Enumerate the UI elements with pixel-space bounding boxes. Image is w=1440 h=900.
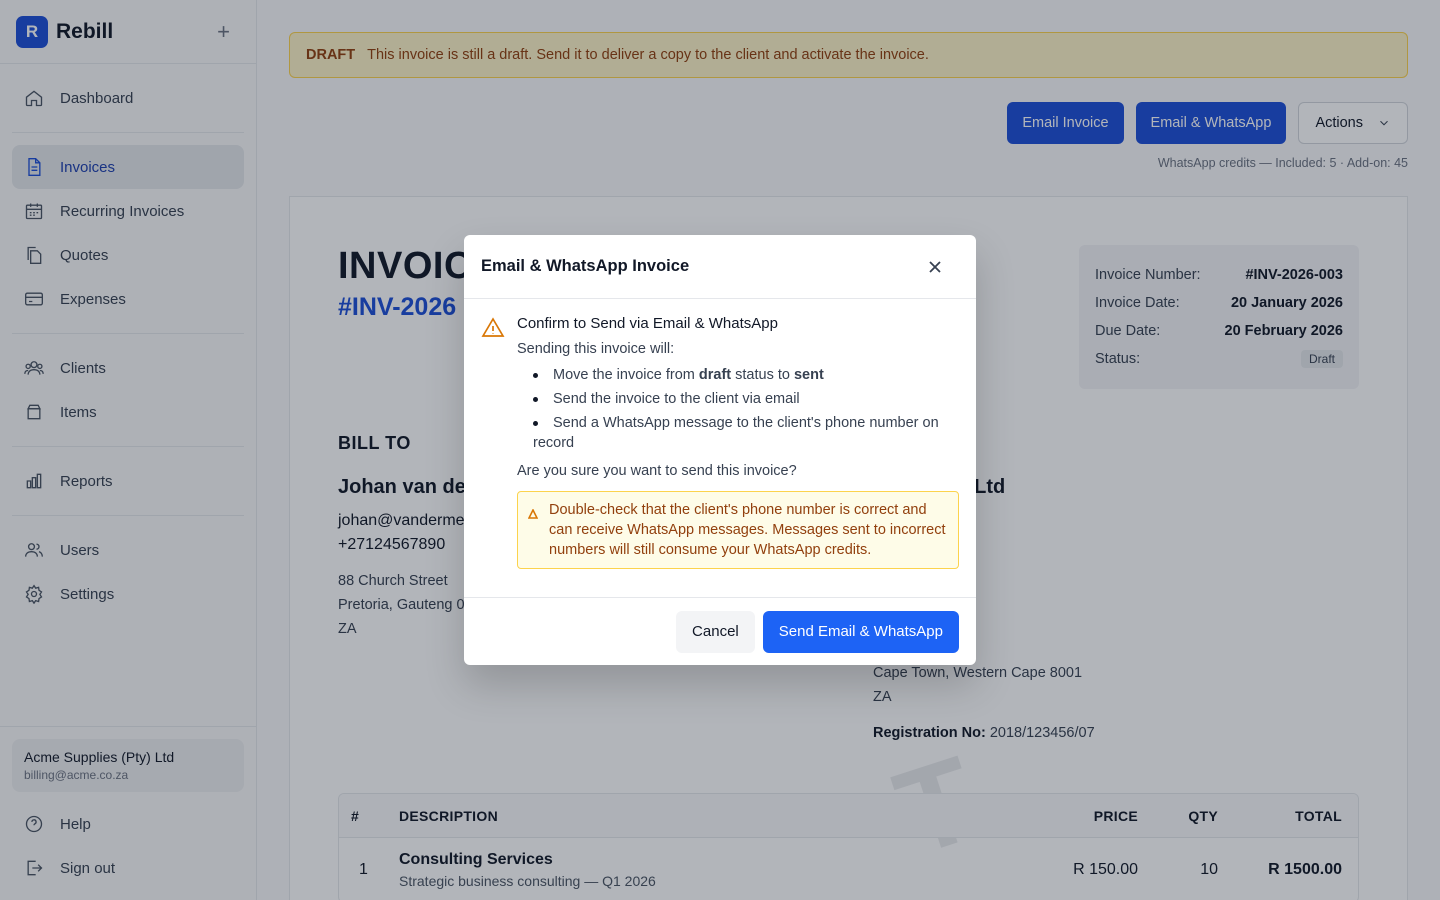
list-text: status to bbox=[731, 367, 794, 383]
list-item: Send the invoice to the client via email bbox=[533, 389, 959, 409]
consequence-list: Move the invoice from draft status to se… bbox=[533, 365, 959, 453]
list-text: Send the invoice to the client via email bbox=[553, 391, 800, 407]
warning-note-text: Double-check that the client's phone num… bbox=[549, 502, 946, 558]
warning-icon bbox=[481, 316, 505, 340]
confirm-question: Are you sure you want to send this invoi… bbox=[517, 463, 797, 479]
confirm-heading: Confirm to Send via Email & WhatsApp bbox=[517, 315, 778, 332]
dialog-footer: Cancel Send Email & WhatsApp bbox=[464, 597, 976, 665]
dialog-title: Email & WhatsApp Invoice bbox=[481, 257, 690, 275]
confirm-intro: Sending this invoice will: bbox=[517, 341, 675, 357]
list-text: record bbox=[533, 435, 575, 451]
list-text-strong: draft bbox=[698, 367, 732, 383]
list-text-strong: sent bbox=[793, 367, 824, 383]
warning-note: Double-check that the client's phone num… bbox=[517, 491, 959, 569]
close-icon bbox=[929, 260, 941, 273]
list-item: Send a WhatsApp message to the client's … bbox=[533, 413, 959, 453]
list-text: Move the invoice from bbox=[553, 367, 699, 383]
dialog-header: Email & WhatsApp Invoice bbox=[464, 235, 976, 299]
list-item: Move the invoice from draft status to se… bbox=[533, 365, 959, 385]
dialog-body: Confirm to Send via Email & WhatsApp Sen… bbox=[464, 299, 976, 597]
close-button[interactable] bbox=[925, 257, 945, 277]
alert-icon bbox=[527, 505, 539, 519]
send-confirm-dialog: Email & WhatsApp Invoice Confirm to Send… bbox=[464, 235, 976, 665]
send-email-whatsapp-button[interactable]: Send Email & WhatsApp bbox=[762, 610, 959, 653]
list-text: Send a WhatsApp message to the client's … bbox=[553, 415, 939, 431]
cancel-button[interactable]: Cancel bbox=[676, 610, 755, 653]
